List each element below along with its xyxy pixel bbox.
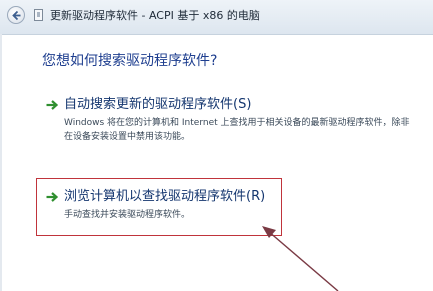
option-auto-search-title[interactable]: 自动搜索更新的驱动程序软件(S) [64,96,251,114]
option-auto-search[interactable]: 自动搜索更新的驱动程序软件(S) Windows 将在您的计算机和 Intern… [40,96,430,148]
annotation-highlight-box [36,178,282,236]
title-bar: 更新驱动程序软件 - ACPI 基于 x86 的电脑 [0,0,433,35]
window-title: 更新驱动程序软件 - ACPI 基于 x86 的电脑 [50,9,260,22]
device-icon [34,9,43,21]
window-edge [0,34,2,291]
back-button[interactable] [7,6,25,24]
green-arrow-icon [46,100,58,110]
option-auto-search-description: Windows 将在您的计算机和 Internet 上查找用于相关设备的最新驱动… [64,118,410,142]
update-driver-window: 更新驱动程序软件 - ACPI 基于 x86 的电脑 您想如何搜索驱动程序软件?… [0,0,433,291]
page-heading: 您想如何搜索驱动程序软件? [42,53,218,69]
back-arrow-icon [12,10,21,21]
